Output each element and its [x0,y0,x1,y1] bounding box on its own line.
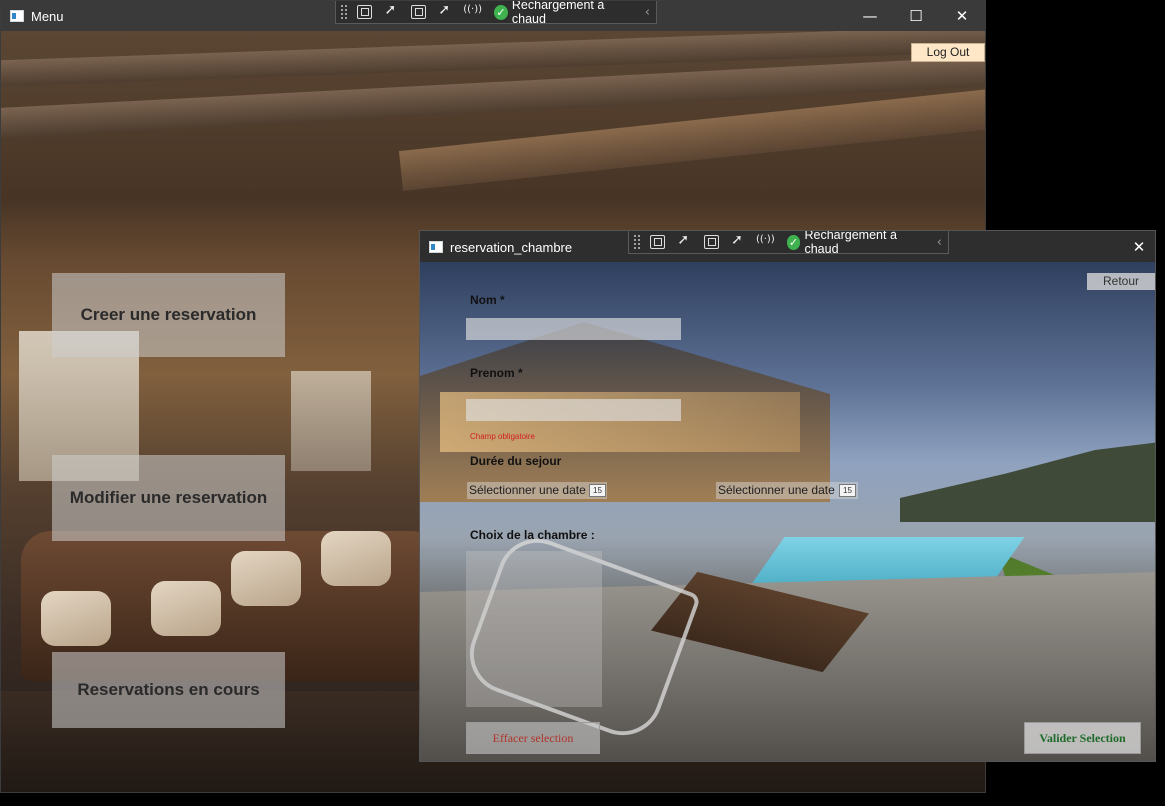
window-light [291,371,371,471]
date-start-picker[interactable]: Sélectionner une date 15 [467,482,607,499]
maximize-button[interactable]: ☐ [893,1,939,31]
hot-reload-check-icon: ✓ [786,234,801,250]
toolbar-grip-icon[interactable] [633,234,641,250]
visual-tree-icon[interactable] [650,235,666,249]
minimize-button[interactable]: — [847,1,893,31]
cushion [231,551,301,606]
modify-reservation-button[interactable]: Modifier une reservation [52,455,285,541]
cushion [41,591,111,646]
calendar-icon[interactable]: 15 [589,484,606,497]
mountain [900,442,1155,522]
hot-reload-label[interactable]: Rechargement à chaud [512,1,633,26]
room-choice-label: Choix de la chambre : [470,528,595,542]
runtime-toolbar: ✓ Rechargement à chaud ‹ [335,1,657,26]
date-start-placeholder: Sélectionner une date [469,483,586,497]
close-button[interactable]: ✕ [939,1,985,31]
close-button[interactable]: ✕ [1116,232,1155,262]
select-element-icon[interactable] [677,232,692,249]
date-end-picker[interactable]: Sélectionner une date 15 [716,482,858,499]
reservation-window: reservation_chambre ✕ ✓ Rechargement à c… [419,230,1156,762]
runtime-toolbar: ✓ Rechargement à chaud ‹ [628,231,949,256]
window-title: Menu [31,9,64,24]
nom-label: Nom * [470,293,505,307]
logout-button[interactable]: Log Out [911,43,985,62]
cushion [321,531,391,586]
hot-reload-check-icon: ✓ [493,4,508,20]
current-reservations-button[interactable]: Reservations en cours [52,652,285,728]
hot-reload-label[interactable]: Rechargement à chaud [804,231,924,256]
binding-failures-icon[interactable] [756,234,775,249]
prenom-label: Prenom * [470,366,523,380]
track-focus-icon[interactable] [731,232,746,249]
display-adorners-icon[interactable] [704,235,720,249]
validate-selection-button[interactable]: Valider Selection [1024,722,1141,754]
app-window-icon [429,241,443,253]
date-end-placeholder: Sélectionner une date [718,483,835,497]
calendar-icon[interactable]: 15 [839,484,856,497]
track-focus-icon[interactable] [438,2,453,19]
create-reservation-button[interactable]: Creer une reservation [52,273,285,357]
room-list[interactable] [466,551,602,707]
retour-button[interactable]: Retour [1087,273,1155,290]
clear-selection-button[interactable]: Effacer selection [466,722,600,754]
prenom-error-text: Champ obligatoire [470,432,535,441]
collapse-chevron-icon[interactable]: ‹ [645,5,650,20]
visual-tree-icon[interactable] [357,5,373,19]
duree-label: Durée du sejour [470,454,562,468]
app-window-icon [10,10,24,22]
window-title: reservation_chambre [450,240,573,255]
collapse-chevron-icon[interactable]: ‹ [937,235,942,250]
binding-failures-icon[interactable] [463,4,482,19]
prenom-input[interactable] [466,399,681,421]
display-adorners-icon[interactable] [411,5,427,19]
cushion [151,581,221,636]
select-element-icon[interactable] [384,2,399,19]
toolbar-grip-icon[interactable] [340,4,348,20]
nom-input[interactable] [466,318,681,340]
